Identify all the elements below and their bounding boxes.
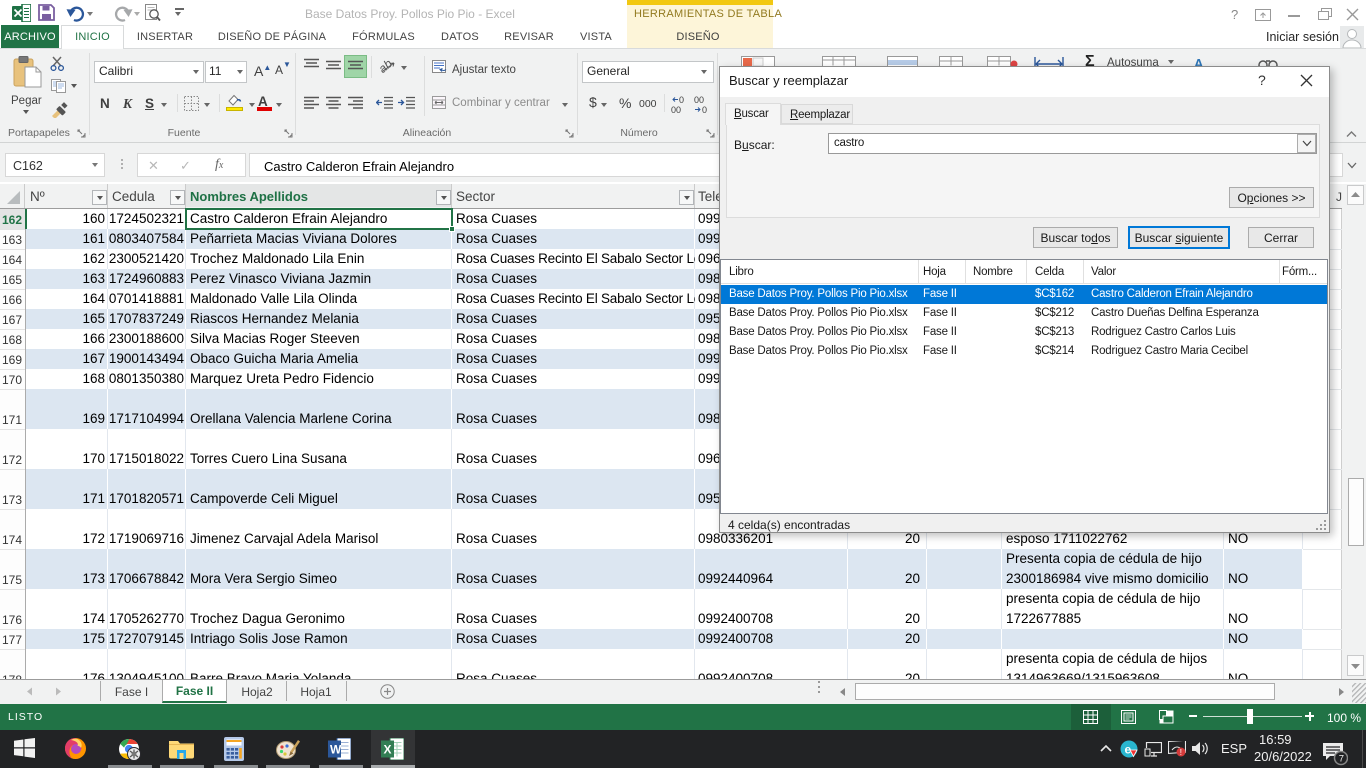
svg-text:!: ! [1180,748,1182,757]
svg-text:7: 7 [1339,754,1344,765]
svg-text:e: e [1125,743,1132,757]
svg-text:W: W [330,743,342,757]
